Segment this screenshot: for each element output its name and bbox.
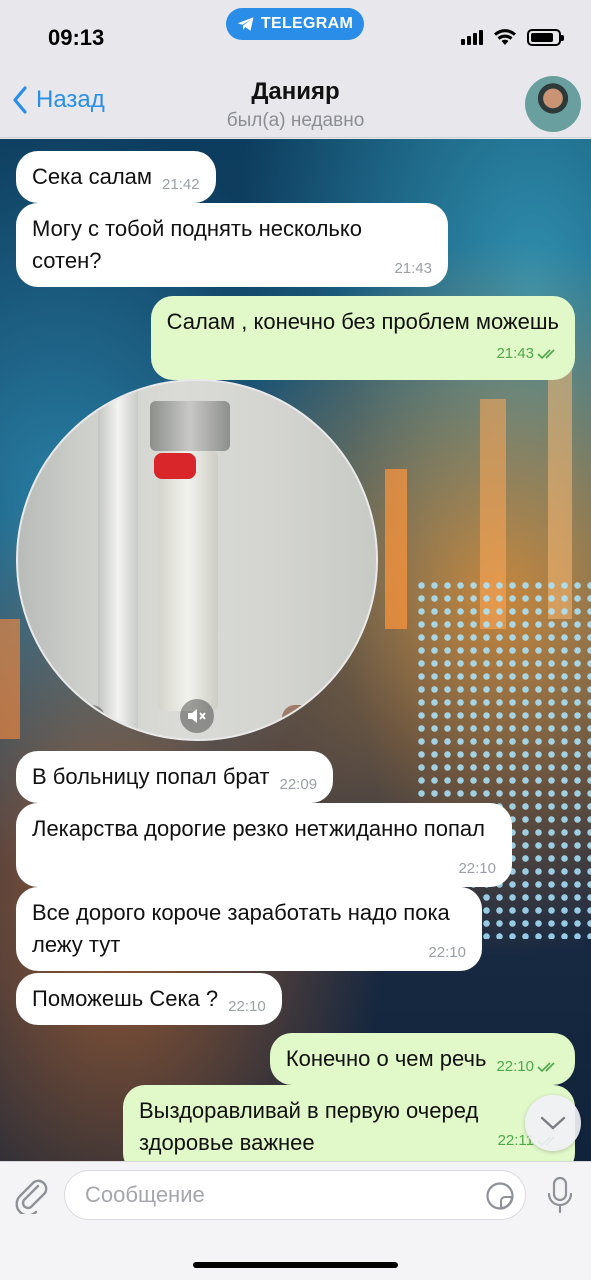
sticker-button[interactable] <box>485 1181 515 1216</box>
message-text: Поможешь Сека ? <box>32 986 219 1011</box>
contact-name: Данияр <box>251 78 340 105</box>
message-text: Могу с тобой поднять несколько сотен? <box>32 216 362 273</box>
message-input-wrap[interactable] <box>64 1170 526 1220</box>
scroll-down-button[interactable] <box>525 1095 581 1151</box>
video-frame <box>154 453 196 479</box>
signal-icon <box>461 29 483 45</box>
message-bubble[interactable]: Сека салам 21:42 <box>16 151 216 203</box>
video-time: 22:06 <box>282 705 343 731</box>
microphone-icon <box>547 1176 573 1214</box>
message-text: Салам , конечно без проблем можешь <box>166 309 559 334</box>
attach-button[interactable] <box>14 1176 50 1219</box>
message-text: Конечно о чем речь <box>285 1046 487 1071</box>
message-text: Сека салам <box>32 164 153 189</box>
message-time-text: 21:43 <box>496 345 534 362</box>
double-check-icon <box>537 349 555 360</box>
status-bar: 09:13 TELEGRAM <box>0 0 591 70</box>
microphone-button[interactable] <box>547 1176 573 1219</box>
message-input[interactable] <box>85 1171 485 1219</box>
message-time: 22:09 <box>279 776 318 793</box>
message-time: 22:10 <box>428 944 466 961</box>
message-text: Выздоравливай в первую очеред здоровье в… <box>139 1098 479 1155</box>
double-check-icon <box>537 1062 555 1073</box>
contact-info[interactable]: Данияр был(а) недавно <box>150 78 441 132</box>
message-bubble[interactable]: Могу с тобой поднять несколько сотен? 21:… <box>16 203 448 287</box>
wallpaper-bar <box>0 619 20 739</box>
chat-area[interactable]: Сека салам 21:42 Могу с тобой поднять нес… <box>0 139 591 1161</box>
message-time: 22:10 <box>458 860 496 877</box>
home-indicator <box>193 1262 398 1268</box>
back-label: Назад <box>36 86 105 113</box>
message-time-text: 22:10 <box>496 1058 534 1075</box>
telegram-icon <box>237 17 254 31</box>
chevron-down-icon <box>540 1116 566 1130</box>
message-time: 21:43 <box>394 260 432 277</box>
message-text: В больницу попал брат <box>32 764 270 789</box>
avatar[interactable] <box>525 76 581 132</box>
message-bubble[interactable]: Все дорого короче заработать надо пока л… <box>16 887 482 971</box>
wallpaper-bar <box>385 469 407 629</box>
video-frame <box>158 451 218 711</box>
last-seen-status: был(а) недавно <box>226 110 365 131</box>
video-frame <box>150 401 230 451</box>
battery-icon <box>527 28 564 46</box>
video-message[interactable]: 0:18 22:06 <box>16 379 378 741</box>
mute-button[interactable] <box>180 699 214 733</box>
telegram-pill-label: TELEGRAM <box>260 15 354 32</box>
system-icons <box>461 28 564 46</box>
message-bubble[interactable]: Конечно о чем речь 22:10 <box>269 1033 575 1085</box>
wifi-icon <box>494 29 516 45</box>
battery-level <box>531 32 554 42</box>
sticker-icon <box>486 1182 514 1210</box>
back-button[interactable]: Назад <box>12 86 105 114</box>
chat-header: Назад Данияр был(а) недавно <box>0 70 591 138</box>
message-bubble[interactable]: В больницу попал брат 22:09 <box>16 751 334 803</box>
message-time: 21:42 <box>162 176 200 193</box>
message-bubble[interactable]: Поможешь Сека ? 22:10 <box>16 973 282 1025</box>
video-duration: 0:18 <box>54 705 106 731</box>
message-text: Лекарства дорогие резко нетжиданно попал <box>32 816 485 841</box>
video-frame <box>98 381 138 739</box>
message-bubble[interactable]: Салам , конечно без проблем можешь 21:43 <box>150 296 575 380</box>
message-time: 21:43 <box>496 338 559 370</box>
message-text: Все дорого короче заработать надо пока л… <box>32 900 450 957</box>
message-bubble[interactable]: Выздоравливай в первую очеред здоровье в… <box>123 1085 575 1161</box>
message-composer <box>0 1161 591 1280</box>
mute-icon <box>188 709 206 723</box>
message-time: 22:10 <box>228 998 266 1015</box>
chevron-left-icon <box>13 86 27 114</box>
message-time: 22:10 <box>496 1051 559 1083</box>
message-bubble[interactable]: Лекарства дорогие резко нетжиданно попал… <box>16 803 512 887</box>
telegram-pill[interactable]: TELEGRAM <box>226 8 364 40</box>
status-time: 09:13 <box>48 25 105 50</box>
paperclip-icon <box>15 1179 48 1217</box>
